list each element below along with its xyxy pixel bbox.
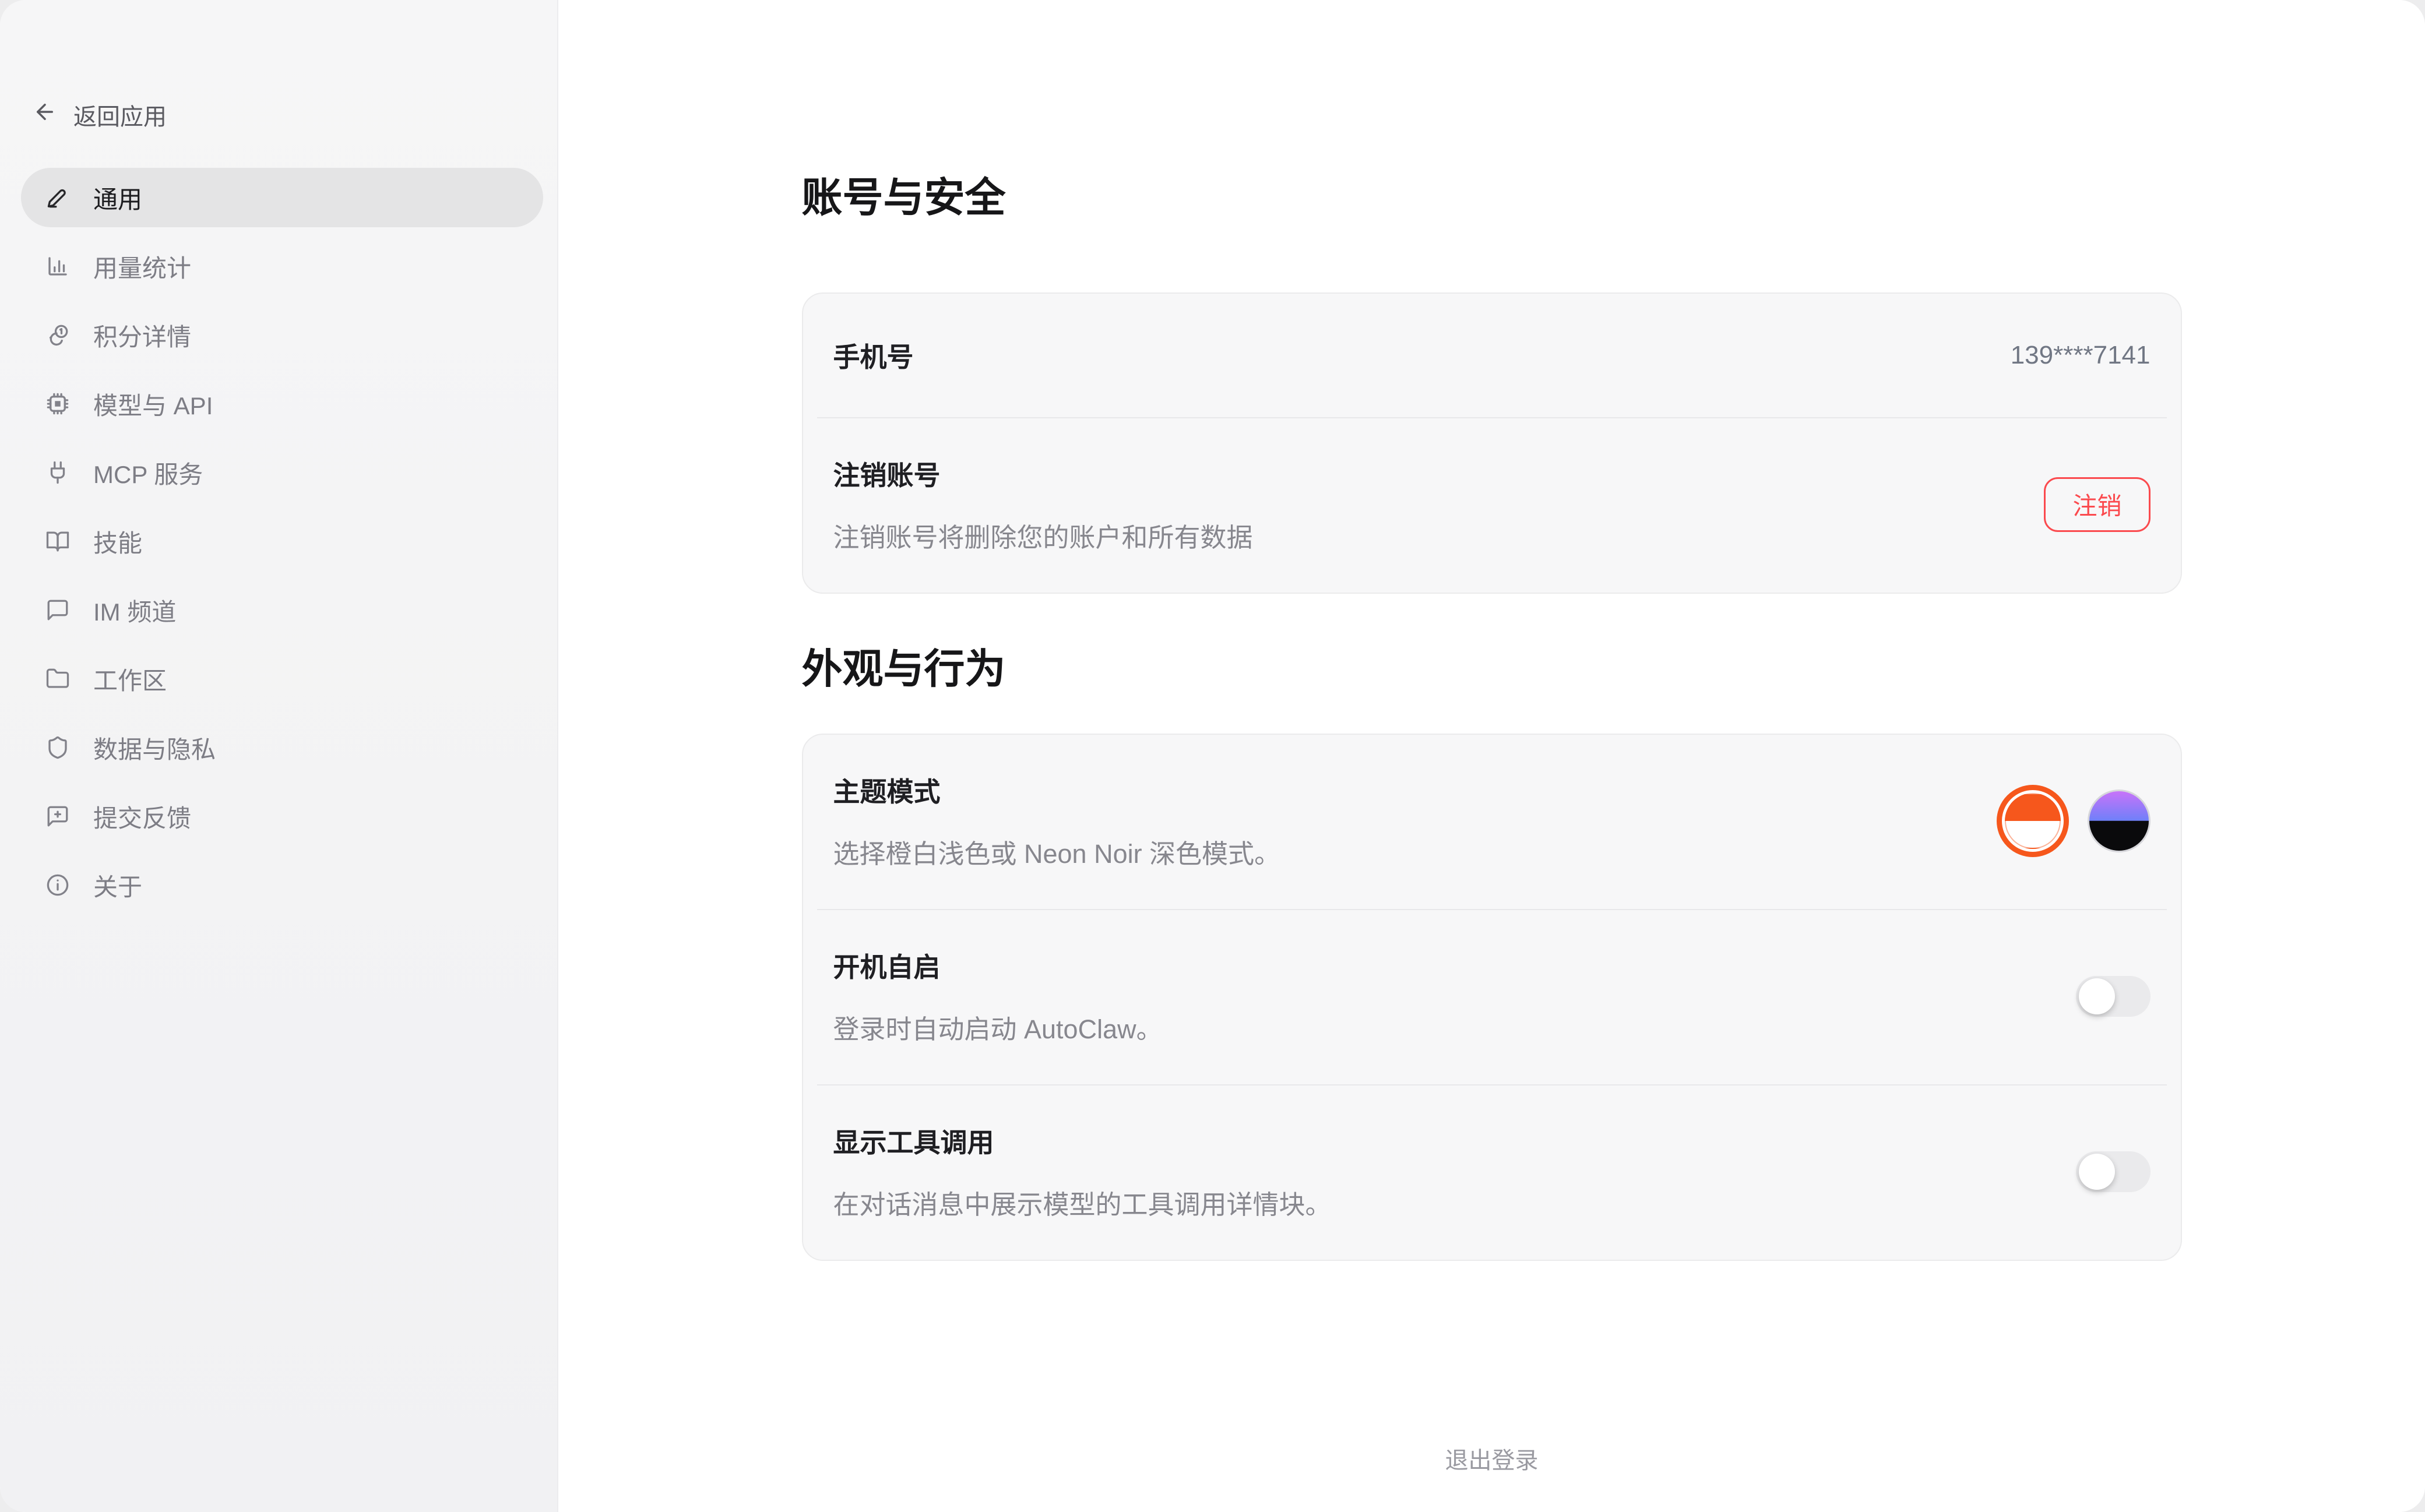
theme-mode-description: 选择橙白浅色或 Neon Noir 深色模式。 xyxy=(833,833,1281,870)
show-tool-calls-description: 在对话消息中展示模型的工具调用详情块。 xyxy=(833,1183,1332,1221)
theme-mode-title: 主题模式 xyxy=(833,771,1281,809)
sidebar-item-workspace[interactable]: 工作区 xyxy=(21,649,543,709)
sidebar: 返回应用 通用 用量统计 积分详情 xyxy=(0,0,558,1512)
phone-label: 手机号 xyxy=(833,336,914,375)
bar-chart-icon xyxy=(45,254,70,279)
autostart-title: 开机自启 xyxy=(833,946,1163,985)
section-title-appearance: 外观与行为 xyxy=(802,647,2182,690)
settings-window: 返回应用 通用 用量统计 积分详情 xyxy=(0,0,2425,1512)
sidebar-item-label: 积分详情 xyxy=(93,318,191,353)
sidebar-item-label: 技能 xyxy=(93,524,142,559)
autostart-toggle[interactable] xyxy=(2076,976,2151,1017)
folder-icon xyxy=(45,667,70,691)
show-tool-calls-toggle[interactable] xyxy=(2076,1151,2151,1192)
shield-icon xyxy=(45,735,70,760)
sidebar-item-label: 数据与隐私 xyxy=(93,730,216,766)
show-tool-calls-title: 显示工具调用 xyxy=(833,1122,1332,1160)
arrow-left-icon xyxy=(33,100,57,130)
back-button-label: 返回应用 xyxy=(73,98,167,132)
sidebar-item-usage-stats[interactable]: 用量统计 xyxy=(21,237,543,296)
show-tool-calls-text: 显示工具调用 在对话消息中展示模型的工具调用详情块。 xyxy=(833,1122,1332,1221)
autostart-row: 开机自启 登录时自动启动 AutoClaw。 xyxy=(803,910,2181,1084)
logout-button[interactable]: 退出登录 xyxy=(1445,1441,1539,1475)
sidebar-item-mcp[interactable]: MCP 服务 xyxy=(21,443,543,502)
delete-account-button[interactable]: 注销 xyxy=(2044,477,2150,532)
sidebar-item-skills[interactable]: 技能 xyxy=(21,512,543,571)
account-card: 手机号 139****7141 注销账号 注销账号将删除您的账户和所有数据 注销 xyxy=(802,292,2182,594)
sidebar-item-label: 用量统计 xyxy=(93,249,191,284)
pen-line-icon xyxy=(45,185,70,210)
plug-icon xyxy=(45,460,70,485)
theme-light-swatch[interactable] xyxy=(1997,785,2069,857)
info-icon xyxy=(45,873,70,897)
sidebar-item-models-api[interactable]: 模型与 API xyxy=(21,374,543,433)
autostart-text: 开机自启 登录时自动启动 AutoClaw。 xyxy=(833,946,1163,1046)
sidebar-item-feedback[interactable]: 提交反馈 xyxy=(21,787,543,846)
sidebar-item-label: 模型与 API xyxy=(93,386,213,422)
theme-mode-row: 主题模式 选择橙白浅色或 Neon Noir 深色模式。 xyxy=(803,735,2181,909)
show-tool-calls-row: 显示工具调用 在对话消息中展示模型的工具调用详情块。 xyxy=(803,1085,2181,1260)
delete-account-description: 注销账号将删除您的账户和所有数据 xyxy=(833,516,1253,554)
phone-value: 139****7141 xyxy=(2011,341,2151,370)
main-panel: 账号与安全 手机号 139****7141 注销账号 注销账号将删除您的账户和所… xyxy=(558,0,2425,1512)
sidebar-item-label: 提交反馈 xyxy=(93,799,191,834)
phone-row: 手机号 139****7141 xyxy=(803,294,2181,417)
theme-dark-swatch[interactable] xyxy=(2088,790,2151,852)
sidebar-item-label: MCP 服务 xyxy=(93,455,203,491)
appearance-card: 主题模式 选择橙白浅色或 Neon Noir 深色模式。 开机自启 登录时 xyxy=(802,734,2182,1261)
sidebar-item-general[interactable]: 通用 xyxy=(21,168,543,227)
message-square-plus-icon xyxy=(45,804,70,829)
theme-light-swatch-fill xyxy=(2005,793,2061,849)
sidebar-item-data-privacy[interactable]: 数据与隐私 xyxy=(21,718,543,777)
sidebar-item-label: 关于 xyxy=(93,868,142,903)
sidebar-item-label: 通用 xyxy=(93,180,142,216)
message-square-icon xyxy=(45,598,70,622)
sidebar-nav: 通用 用量统计 积分详情 模型与 API xyxy=(0,168,557,924)
cpu-icon xyxy=(45,392,70,416)
sidebar-item-label: 工作区 xyxy=(93,661,167,697)
section-title-account: 账号与安全 xyxy=(802,176,2182,219)
theme-mode-text: 主题模式 选择橙白浅色或 Neon Noir 深色模式。 xyxy=(833,771,1281,870)
back-button[interactable]: 返回应用 xyxy=(33,98,167,132)
sidebar-item-im-channels[interactable]: IM 频道 xyxy=(21,580,543,640)
coins-icon xyxy=(45,323,70,347)
sidebar-item-about[interactable]: 关于 xyxy=(21,855,543,915)
autostart-description: 登录时自动启动 AutoClaw。 xyxy=(833,1008,1163,1046)
book-open-icon xyxy=(45,529,70,554)
sidebar-item-label: IM 频道 xyxy=(93,593,176,628)
show-tool-calls-toggle-knob xyxy=(2079,1154,2115,1190)
autostart-toggle-knob xyxy=(2079,978,2115,1014)
theme-swatches xyxy=(1997,785,2151,857)
delete-account-text: 注销账号 注销账号将删除您的账户和所有数据 xyxy=(833,454,1253,554)
sidebar-item-credits[interactable]: 积分详情 xyxy=(21,305,543,365)
delete-account-row: 注销账号 注销账号将删除您的账户和所有数据 注销 xyxy=(803,418,2181,593)
delete-account-title: 注销账号 xyxy=(833,454,1253,493)
